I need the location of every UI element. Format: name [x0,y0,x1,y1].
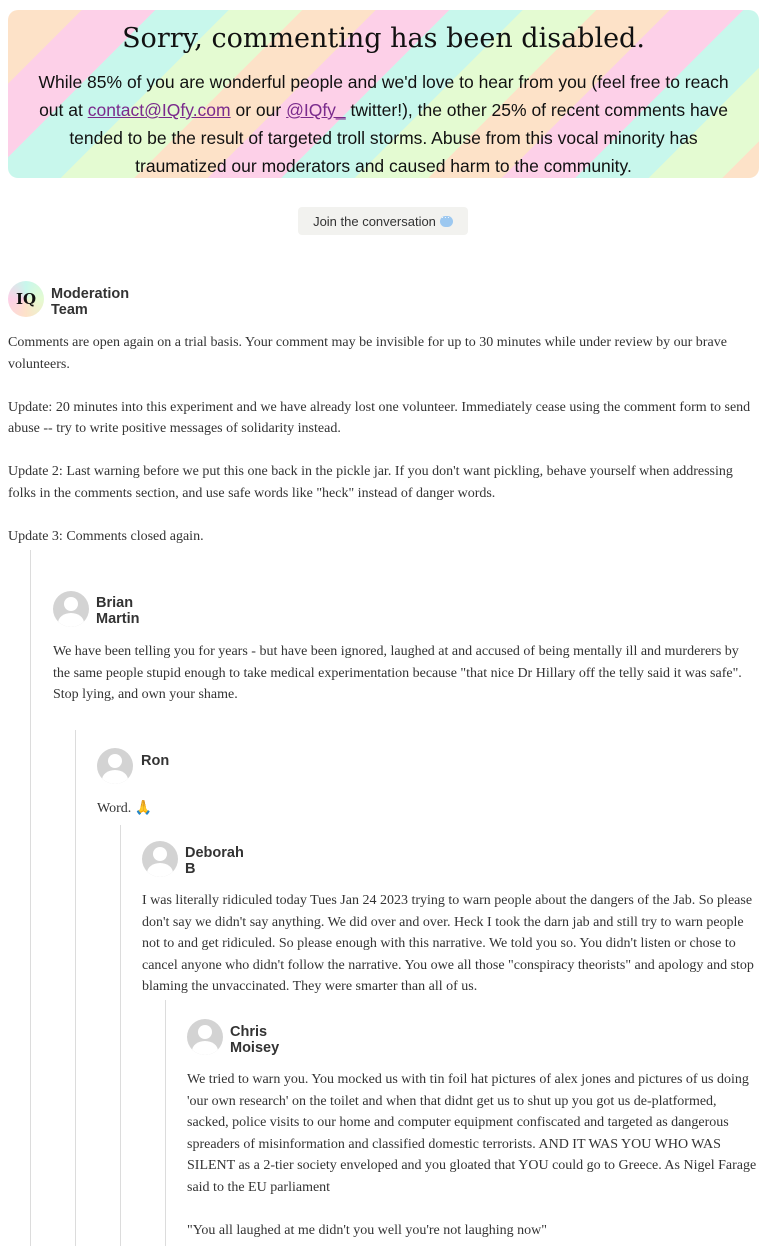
thread-line-3 [120,825,121,1246]
comment-body: We have been telling you for years - but… [53,641,753,706]
thread-line-1 [30,550,31,1246]
comment-body: I was literally ridiculed today Tues Jan… [142,893,754,994]
iq-avatar: IQ [8,281,44,317]
comment-paragraph: We tried to warn you. You mocked us with… [187,1072,757,1195]
banner-message: While 85% of you are wonderful people an… [28,68,739,178]
comment-paragraph: Update: 20 minutes into this experiment … [8,399,751,437]
comments-disabled-banner: Sorry, commenting has been disabled. Whi… [8,10,759,178]
comment-author: Brian Martin [96,595,140,627]
avatar [187,1019,223,1055]
comment-body: Word. 🙏 [97,801,153,816]
comment-paragraph: "You all laughed at me didn't you well y… [187,1222,547,1238]
twitter-link[interactable]: @IQfy_ [286,100,346,120]
comment-paragraph: Comments are open again on a trial basis… [8,335,727,372]
comment-paragraph: Update 2: Last warning before we put thi… [8,464,733,501]
join-conversation-label: Join the conversation [313,213,436,229]
comment-author: Chris Moisey [230,1024,280,1056]
banner-title: Sorry, commenting has been disabled. [122,23,645,54]
comment-body: We tried to warn you. You mocked us with… [187,1069,759,1241]
comment-author: Moderation Team [51,286,130,318]
comment-paragraph: Stop lying, and own your shame. [53,687,238,702]
speech-bubble-icon [439,212,453,227]
comment-paragraph: Update 3: Comments closed again. [8,528,204,544]
comment-author: Deborah B [185,845,244,877]
avatar [97,748,133,784]
comment-author: Ron [141,753,170,769]
thread-line-4 [165,1000,166,1246]
banner-text-part-2: or our [230,100,287,120]
contact-email-link[interactable]: contact@IQfy.com [88,100,231,120]
comment-paragraph: We have been telling you for years - but… [53,644,742,681]
avatar [53,591,89,627]
avatar [142,841,178,877]
comment-body: Comments are open again on a trial basis… [8,332,758,547]
join-conversation-button[interactable]: Join the conversation [298,207,468,235]
thread-line-2 [75,730,76,1246]
